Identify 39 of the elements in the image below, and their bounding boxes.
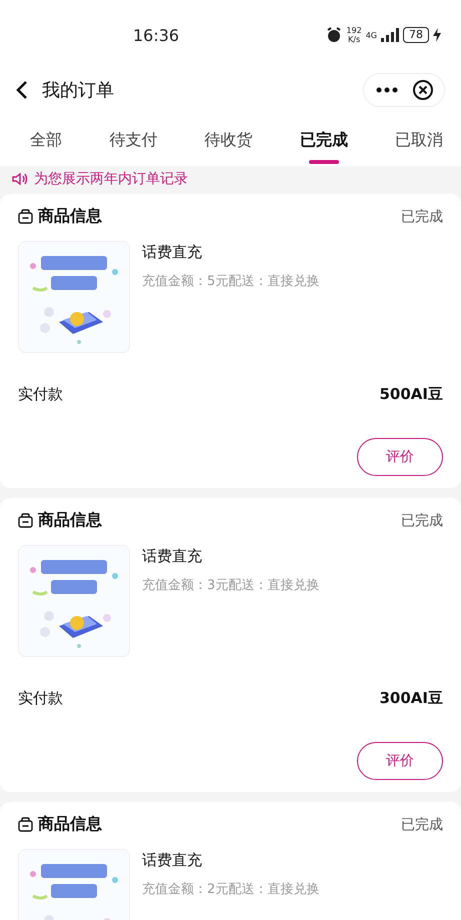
alarm-icon bbox=[326, 27, 342, 43]
network-type: 4G bbox=[366, 30, 377, 40]
paid-label: 实付款 bbox=[18, 385, 63, 404]
close-button[interactable] bbox=[412, 79, 434, 101]
order-tab[interactable]: 全部 bbox=[22, 122, 70, 166]
bag-icon bbox=[18, 513, 33, 528]
battery-level: 78 bbox=[403, 27, 429, 43]
section-title: 商品信息 bbox=[38, 206, 102, 227]
order-tab[interactable]: 已取消 bbox=[387, 122, 451, 166]
page-title: 我的订单 bbox=[42, 79, 114, 102]
product-details: 充值金额：3元配送：直接兑换 bbox=[142, 577, 320, 594]
status-time: 16:36 bbox=[133, 26, 180, 44]
paid-label: 实付款 bbox=[18, 689, 63, 708]
review-button[interactable]: 评价 bbox=[357, 742, 443, 780]
product-name: 话费直充 bbox=[142, 851, 203, 870]
bag-icon bbox=[18, 209, 33, 224]
order-tab[interactable]: 已完成 bbox=[292, 122, 356, 166]
order-status: 已完成 bbox=[401, 208, 443, 226]
paid-amount: 300AI豆 bbox=[379, 689, 443, 708]
order-tab[interactable]: 待支付 bbox=[101, 122, 166, 166]
product-details: 充值金额：5元配送：直接兑换 bbox=[142, 273, 320, 290]
speed-unit: K/s bbox=[348, 35, 360, 44]
speaker-icon bbox=[12, 172, 28, 186]
more-button[interactable] bbox=[376, 87, 398, 93]
review-button[interactable]: 评价 bbox=[357, 438, 443, 476]
bag-icon bbox=[18, 817, 33, 832]
signal-icon bbox=[381, 28, 399, 42]
order-status: 已完成 bbox=[401, 816, 443, 834]
product-name: 话费直充 bbox=[142, 243, 203, 262]
paid-amount: 500AI豆 bbox=[379, 385, 443, 404]
product-name: 话费直充 bbox=[142, 547, 203, 566]
section-title: 商品信息 bbox=[38, 510, 102, 531]
speed-value: 192 bbox=[346, 26, 362, 35]
order-status: 已完成 bbox=[401, 512, 443, 530]
order-tab[interactable]: 待收货 bbox=[196, 122, 260, 166]
notice-text: 为您展示两年内订单记录 bbox=[34, 170, 188, 188]
back-icon[interactable] bbox=[16, 80, 28, 100]
section-title: 商品信息 bbox=[38, 814, 102, 835]
product-details: 充值金额：2元配送：直接兑换 bbox=[142, 881, 320, 898]
